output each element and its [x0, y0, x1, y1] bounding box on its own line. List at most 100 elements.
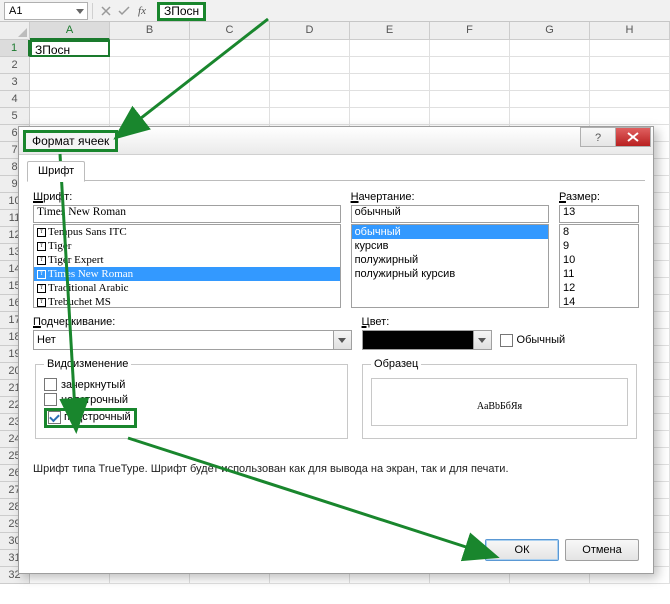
col-header[interactable]: F	[430, 22, 510, 40]
list-item[interactable]: TTrebuchet MS	[34, 295, 340, 308]
fx-icon[interactable]: fx	[133, 3, 151, 19]
font-list[interactable]: TTempus Sans ITC TTiger TTiger Expert TT…	[33, 224, 341, 308]
underline-combo[interactable]: Нет	[33, 330, 352, 350]
select-all-corner[interactable]	[0, 22, 30, 40]
cell[interactable]	[190, 74, 270, 91]
row-header[interactable]: 5	[0, 108, 30, 125]
cell[interactable]	[30, 57, 110, 74]
cancel-entry-icon[interactable]	[97, 3, 115, 19]
list-item[interactable]: 14	[560, 295, 638, 308]
list-item[interactable]: обычный	[352, 225, 548, 239]
strike-checkbox[interactable]	[44, 378, 57, 391]
list-item[interactable]: 8	[560, 225, 638, 239]
cell[interactable]	[270, 40, 350, 57]
cell[interactable]	[270, 91, 350, 108]
cell[interactable]	[590, 108, 670, 125]
cell[interactable]	[110, 74, 190, 91]
cell[interactable]	[270, 74, 350, 91]
row-header[interactable]: 3	[0, 74, 30, 91]
size-input[interactable]: 13	[559, 205, 639, 223]
cell[interactable]	[510, 74, 590, 91]
cell[interactable]	[190, 40, 270, 57]
style-input[interactable]: обычный	[351, 205, 549, 223]
chevron-down-icon[interactable]	[76, 9, 84, 15]
col-header[interactable]: G	[510, 22, 590, 40]
cell[interactable]	[590, 40, 670, 57]
cell[interactable]	[430, 40, 510, 57]
cell[interactable]	[110, 91, 190, 108]
list-item[interactable]: TTiger Expert	[34, 253, 340, 267]
list-item[interactable]: TTempus Sans ITC	[34, 225, 340, 239]
cell[interactable]	[590, 91, 670, 108]
superscript-checkbox[interactable]	[44, 393, 57, 406]
cancel-button[interactable]: Отмена	[565, 539, 639, 561]
cell[interactable]	[350, 91, 430, 108]
cell[interactable]: ЗПосн	[30, 40, 110, 57]
cell[interactable]	[350, 74, 430, 91]
cell[interactable]	[190, 91, 270, 108]
cell[interactable]	[350, 57, 430, 74]
cell[interactable]	[590, 57, 670, 74]
list-item[interactable]: 10	[560, 253, 638, 267]
cell[interactable]	[270, 108, 350, 125]
cell[interactable]	[430, 74, 510, 91]
cell[interactable]	[350, 40, 430, 57]
col-header[interactable]: D	[270, 22, 350, 40]
normal-font-checkbox[interactable]	[500, 334, 513, 347]
accept-entry-icon[interactable]	[115, 3, 133, 19]
list-item[interactable]: полужирный курсив	[352, 267, 548, 281]
list-item[interactable]: полужирный	[352, 253, 548, 267]
chevron-down-icon[interactable]	[474, 330, 492, 350]
cell[interactable]	[30, 74, 110, 91]
list-item[interactable]: 12	[560, 281, 638, 295]
dialog-titlebar[interactable]: Формат ячеек ?	[19, 127, 653, 155]
list-item[interactable]: 9	[560, 239, 638, 253]
cell[interactable]	[190, 57, 270, 74]
list-item[interactable]: 11	[560, 267, 638, 281]
cell[interactable]	[510, 40, 590, 57]
cell[interactable]	[190, 108, 270, 125]
cell[interactable]	[30, 108, 110, 125]
list-item[interactable]: TTimes New Roman	[34, 267, 340, 281]
list-item[interactable]: курсив	[352, 239, 548, 253]
subscript-checkbox[interactable]	[48, 411, 61, 424]
cell[interactable]	[110, 57, 190, 74]
cell[interactable]	[510, 57, 590, 74]
cell[interactable]	[430, 91, 510, 108]
tab-strip: Шрифт	[19, 155, 653, 181]
font-input[interactable]: Times New Roman	[33, 205, 341, 223]
col-header[interactable]: B	[110, 22, 190, 40]
cell[interactable]	[110, 40, 190, 57]
help-button[interactable]: ?	[580, 127, 616, 147]
cell[interactable]	[270, 57, 350, 74]
style-label: Начертание:	[351, 191, 549, 203]
list-item[interactable]: TTiger	[34, 239, 340, 253]
col-header[interactable]: A	[30, 22, 110, 40]
col-header[interactable]: C	[190, 22, 270, 40]
color-combo[interactable]	[362, 330, 492, 350]
chevron-down-icon[interactable]	[334, 330, 352, 350]
col-header[interactable]: E	[350, 22, 430, 40]
style-list[interactable]: обычный курсив полужирный полужирный кур…	[351, 224, 549, 308]
formula-editor[interactable]: ЗПосн	[157, 2, 666, 20]
list-item[interactable]: TTraditional Arabic	[34, 281, 340, 295]
cell[interactable]	[430, 108, 510, 125]
col-header[interactable]: H	[590, 22, 670, 40]
formula-bar: A1 fx ЗПосн	[0, 0, 670, 22]
cell[interactable]	[110, 108, 190, 125]
cell[interactable]	[430, 57, 510, 74]
row-header[interactable]: 1	[0, 40, 30, 57]
row-header[interactable]: 4	[0, 91, 30, 108]
size-list[interactable]: 8 9 10 11 12 14	[559, 224, 639, 308]
cell[interactable]	[510, 108, 590, 125]
cell[interactable]	[590, 74, 670, 91]
normal-font-label: Обычный	[517, 334, 566, 346]
tab-font[interactable]: Шрифт	[27, 161, 85, 182]
ok-button[interactable]: ОК	[485, 539, 559, 561]
row-header[interactable]: 2	[0, 57, 30, 74]
name-box[interactable]: A1	[4, 2, 88, 20]
cell[interactable]	[30, 91, 110, 108]
close-button[interactable]	[615, 127, 651, 147]
cell[interactable]	[510, 91, 590, 108]
cell[interactable]	[350, 108, 430, 125]
